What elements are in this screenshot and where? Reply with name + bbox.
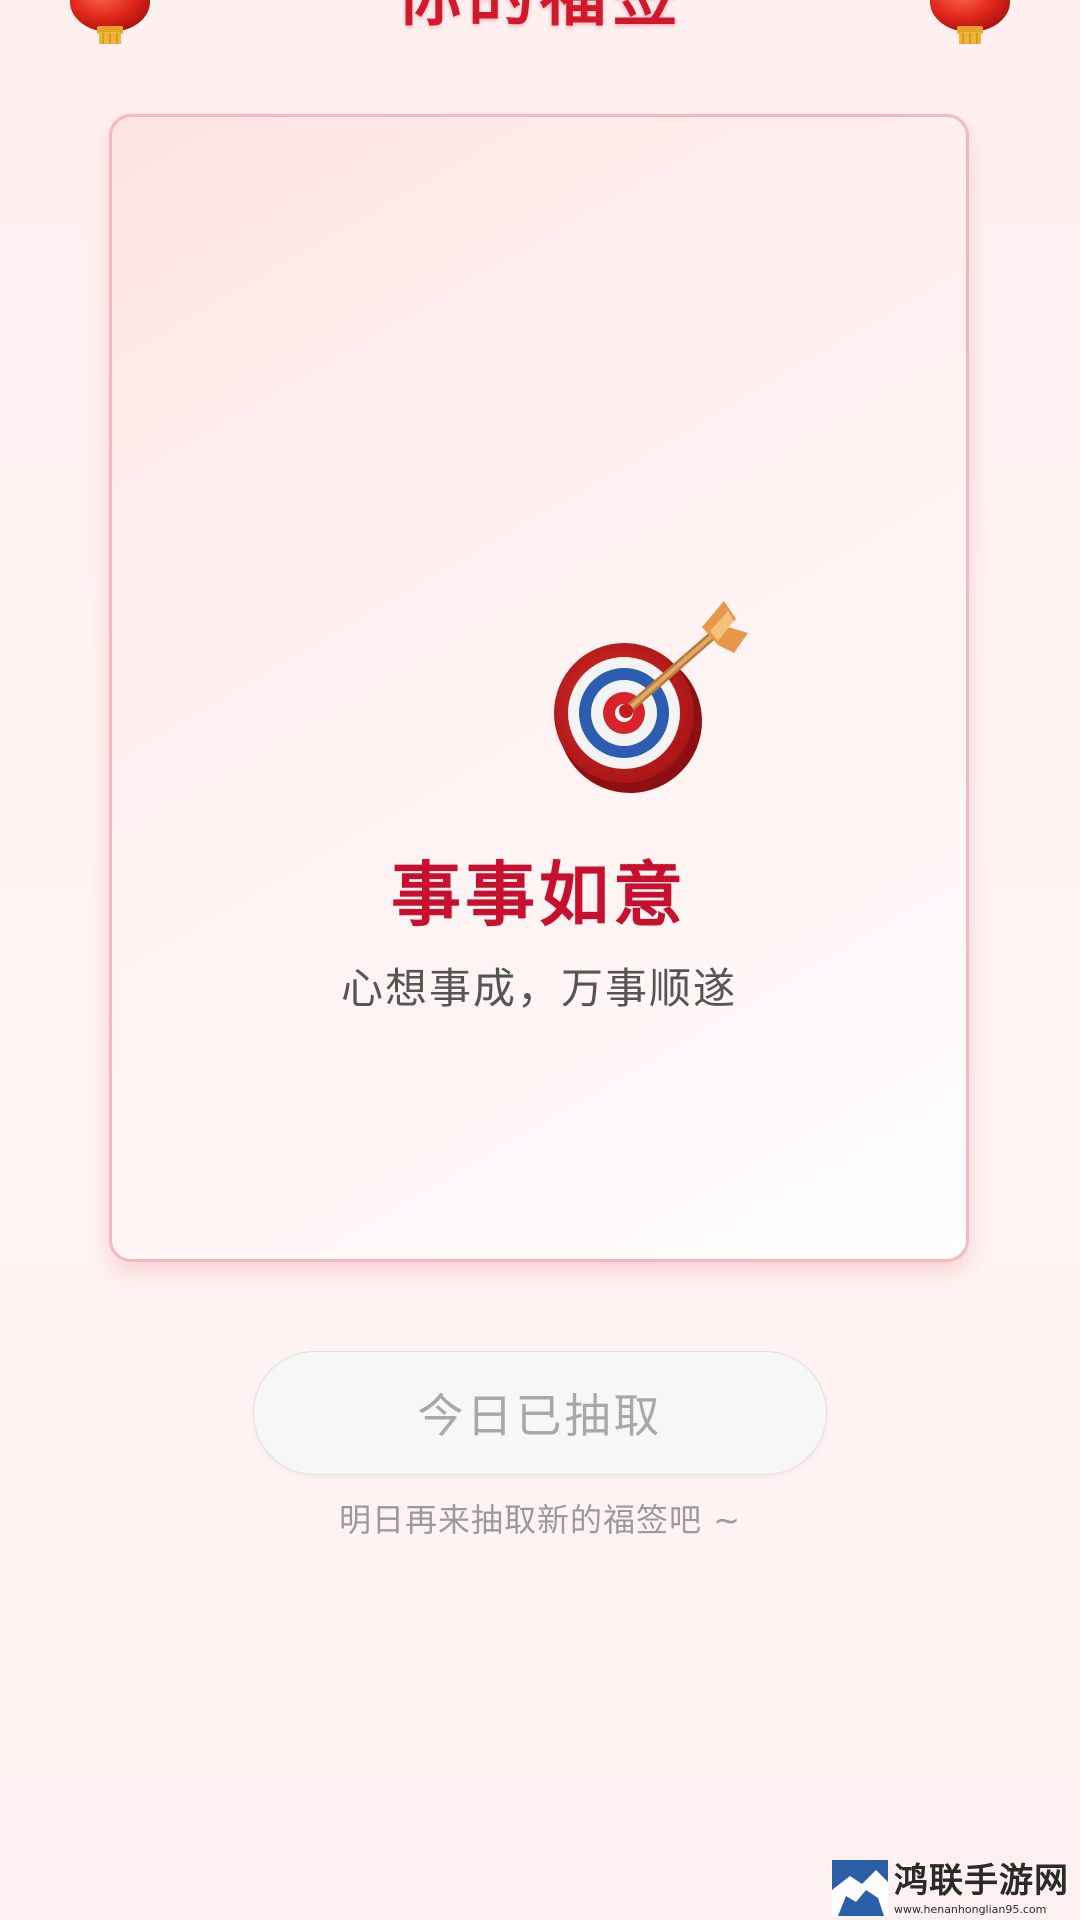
lantern-icon — [925, 0, 1015, 46]
watermark-url: www.henanhonglian95.com — [894, 1903, 1047, 1916]
site-logo-icon — [832, 1860, 888, 1916]
hint-text: 明日再来抽取新的福签吧 ~ — [339, 1501, 741, 1539]
fortune-title: 事事如意 — [391, 854, 687, 936]
watermark-name: 鸿联手游网 — [894, 1861, 1069, 1901]
watermark: 鸿联手游网 www.henanhonglian95.com — [832, 1860, 1080, 1920]
fortune-description: 心想事成，万事顺遂 — [340, 964, 737, 1013]
draw-fortune-button[interactable]: 今日已抽取 — [253, 1351, 827, 1475]
target-with-arrow-icon — [552, 597, 752, 797]
fortune-card: 事事如意 心想事成，万事顺遂 — [109, 114, 969, 1262]
page-title: 你的福签 — [0, 0, 1080, 30]
page: 你的福签 — [0, 0, 1080, 1920]
